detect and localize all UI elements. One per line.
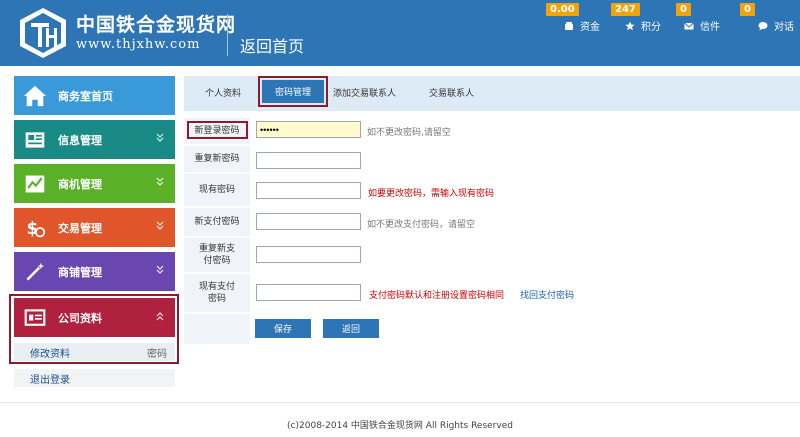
sidebar-subitem-logout[interactable]: 退出登录 [14, 369, 175, 387]
star-icon [625, 21, 635, 30]
tab-personal[interactable]: 个人资料 [205, 86, 241, 99]
highlight-box-tab [258, 76, 328, 107]
current-password-hint: 如要更改密码，需输入现有密码 [368, 189, 495, 199]
sidebar-item-label: 商机管理 [58, 177, 102, 191]
sidebar-item-label: 交易管理 [58, 221, 102, 235]
logout-label: 退出登录 [30, 374, 70, 386]
current-pay-password-input[interactable] [256, 284, 361, 301]
label-new-pay-password: 新支付密码 [184, 208, 250, 236]
points-badge: 247 [611, 3, 640, 16]
mail-badge: 0 [676, 3, 691, 16]
tab-add-contact[interactable]: 添加交易联系人 [333, 86, 396, 99]
back-home-link[interactable]: 返回首页 [240, 33, 304, 57]
label-empty [184, 314, 250, 344]
dollar-icon: $ [22, 215, 48, 241]
site-url: www.thjxhw.com [76, 37, 201, 52]
new-login-password-hint: 如不更改密码,请留空 [367, 128, 451, 138]
highlight-box-label [187, 121, 248, 139]
chevron-down-icon [156, 221, 164, 230]
funds-label: 资金 [580, 22, 600, 33]
newspaper-icon [22, 127, 48, 153]
header: 中国铁合金现货网 www.thjxhw.com 返回首页 0.00 资金 247… [0, 0, 800, 66]
current-pay-password-hint: 支付密码默认和注册设置密码相同 [369, 291, 505, 301]
chevron-down-icon [156, 177, 164, 186]
current-password-input[interactable] [256, 182, 361, 199]
chevron-down-icon [156, 133, 164, 142]
sidebar-item-business[interactable]: 商机管理 [14, 164, 175, 203]
sidebar-item-home[interactable]: 商务室首页 [14, 76, 175, 115]
tab-contacts[interactable]: 交易联系人 [429, 86, 474, 99]
recover-pay-password-link[interactable]: 找回支付密码 [520, 288, 574, 301]
chevron-down-icon [156, 265, 164, 274]
home-icon [22, 83, 48, 109]
label-repeat-new-password: 重复新密码 [184, 146, 250, 172]
wand-icon [22, 259, 48, 285]
chat-badge: 0 [740, 3, 755, 16]
new-pay-password-hint: 如不更改支付密码，请留空 [367, 220, 476, 230]
repeat-new-password-input[interactable] [256, 152, 361, 169]
label-repeat-pay-password: 重复新支付密码 [184, 238, 250, 272]
mail-label: 信件 [700, 22, 720, 33]
label-current-password: 现有密码 [184, 174, 250, 206]
header-divider [227, 14, 228, 56]
sidebar-item-label: 商务室首页 [58, 89, 113, 103]
points-label: 积分 [641, 22, 661, 33]
new-pay-password-input[interactable] [256, 213, 361, 230]
mail-icon [684, 22, 694, 29]
password-form [184, 116, 800, 348]
wallet-icon [565, 21, 573, 30]
chat-label: 对话 [774, 22, 794, 33]
sidebar-item-info[interactable]: 信息管理 [14, 120, 175, 159]
back-button[interactable]: 返回 [323, 319, 379, 338]
sidebar-item-shop[interactable]: 商铺管理 [14, 252, 175, 291]
repeat-pay-password-input[interactable] [256, 246, 361, 263]
logo-icon[interactable] [18, 6, 68, 60]
new-login-password-input[interactable] [256, 121, 361, 138]
footer-copyright: (c)2008-2014 中国铁合金现货网 All Rights Reserve… [287, 421, 513, 431]
sidebar-item-label: 信息管理 [58, 133, 102, 147]
highlight-box-sidebar [9, 294, 179, 364]
label-current-pay-password: 现有支付密码 [184, 274, 250, 312]
site-name: 中国铁合金现货网 [76, 14, 237, 36]
sidebar-item-label: 商铺管理 [58, 265, 102, 279]
footer-divider [0, 402, 800, 403]
save-button[interactable]: 保存 [255, 319, 311, 338]
sidebar-item-trade[interactable]: $ 交易管理 [14, 208, 175, 247]
chart-icon [22, 171, 48, 197]
funds-badge: 0.00 [546, 3, 579, 16]
chat-icon [758, 21, 768, 30]
